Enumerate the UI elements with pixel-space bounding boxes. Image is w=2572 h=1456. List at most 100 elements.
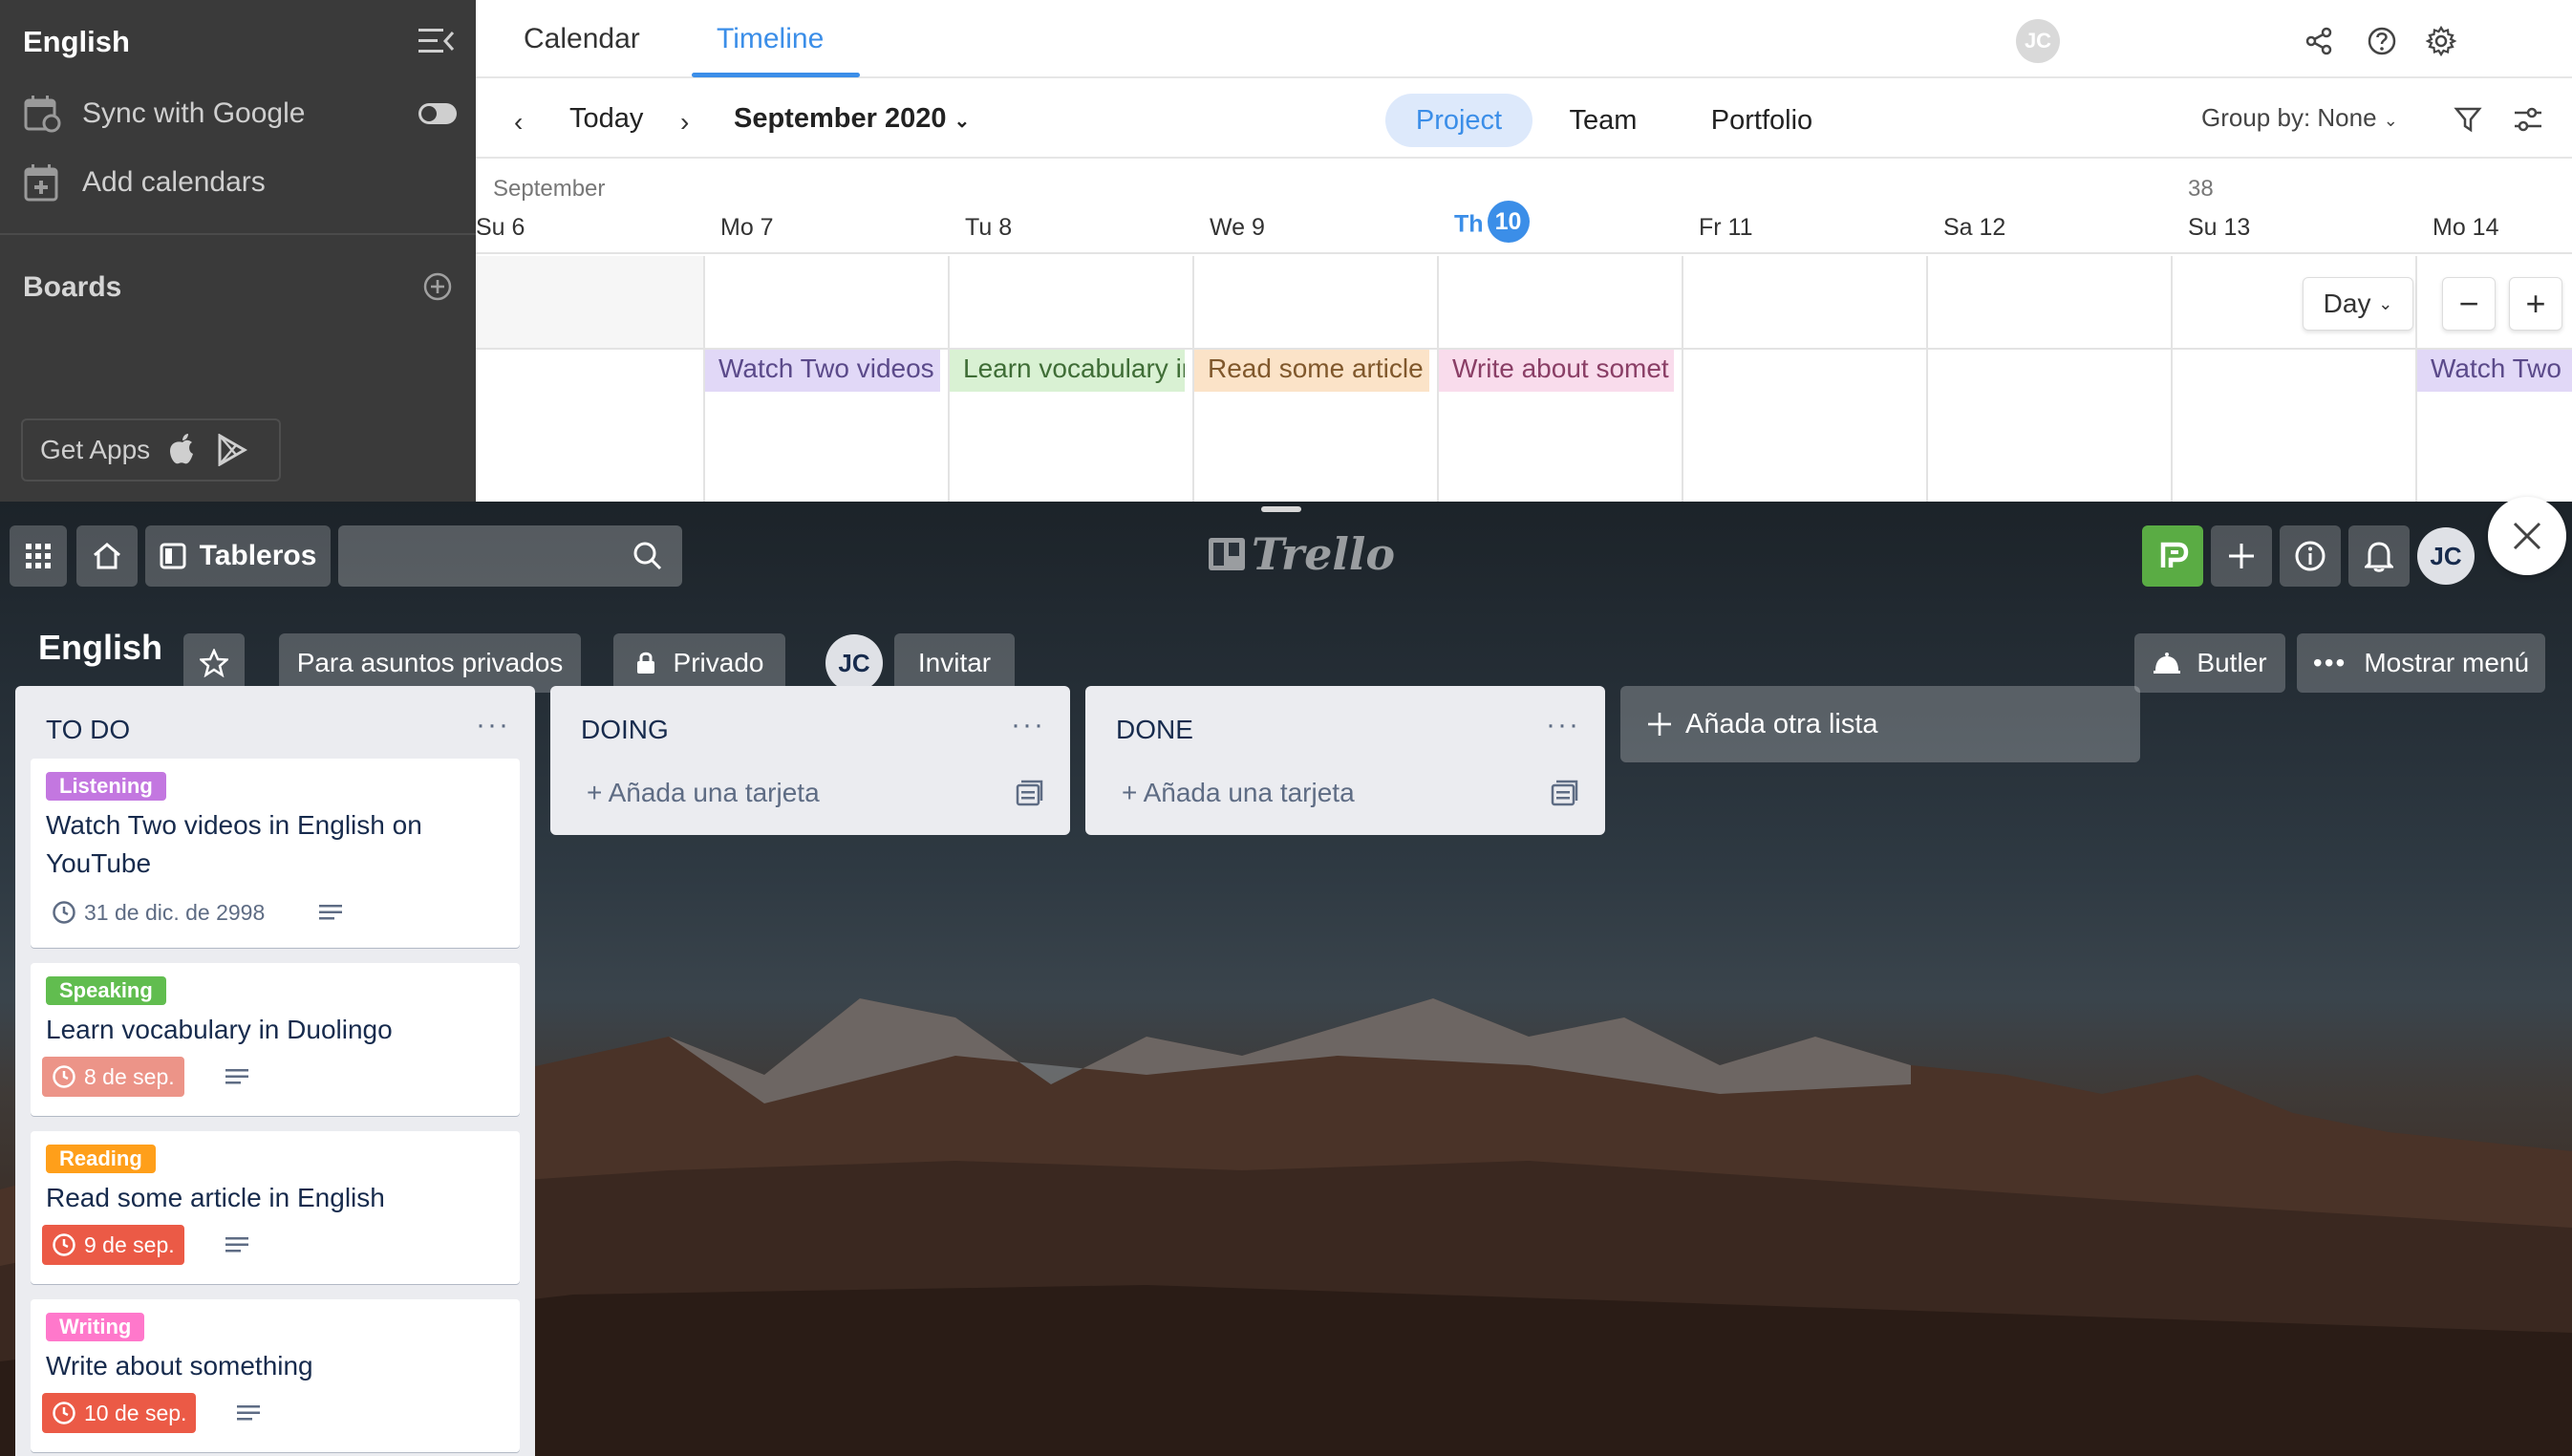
list-title[interactable]: DONE bbox=[1116, 715, 1193, 745]
day-header: Su 13 bbox=[2188, 214, 2251, 241]
card[interactable]: Reading Read some article in English 9 d… bbox=[31, 1131, 520, 1284]
add-card-label: Añada una tarjeta bbox=[608, 778, 820, 807]
workspace-button[interactable]: Para asuntos privados bbox=[279, 633, 581, 693]
day-header: Mo 7 bbox=[720, 214, 774, 241]
day-column-line bbox=[1926, 256, 1928, 502]
timeline-event[interactable]: Watch Two bbox=[2417, 350, 2572, 392]
timeline-event[interactable]: Watch Two videos bbox=[705, 350, 940, 392]
get-apps-button[interactable]: Get Apps bbox=[21, 418, 281, 482]
boards-button-label: Tableros bbox=[199, 540, 317, 571]
list-title[interactable]: TO DO bbox=[46, 715, 130, 745]
visibility-label: Privado bbox=[673, 648, 764, 677]
view-portfolio-button[interactable]: Portfolio bbox=[1682, 94, 1842, 147]
add-board-icon[interactable] bbox=[422, 271, 453, 302]
panel-resize-handle[interactable] bbox=[1261, 506, 1301, 512]
tab-calendar[interactable]: Calendar bbox=[524, 23, 640, 55]
add-calendars-row[interactable]: Add calendars bbox=[23, 159, 266, 206]
zoom-in-button[interactable]: + bbox=[2509, 277, 2562, 331]
trello-logo[interactable]: Trello bbox=[1208, 528, 1395, 580]
home-button[interactable] bbox=[76, 525, 138, 587]
due-date-badge: 31 de dic. de 2998 bbox=[42, 892, 274, 932]
google-play-icon[interactable] bbox=[217, 434, 248, 466]
zoom-out-button[interactable]: − bbox=[2442, 277, 2496, 331]
card-label: Speaking bbox=[46, 976, 166, 1005]
card[interactable]: Speaking Learn vocabulary in Duolingo 8 … bbox=[31, 963, 520, 1116]
card-template-icon[interactable] bbox=[1015, 780, 1043, 808]
info-button[interactable] bbox=[2280, 525, 2341, 587]
date-range-picker[interactable]: September 2020 ⌄ bbox=[734, 103, 970, 135]
card[interactable]: Writing Write about something 10 de sep. bbox=[31, 1299, 520, 1452]
close-panel-button[interactable] bbox=[2488, 497, 2566, 575]
due-date-label: 8 de sep. bbox=[84, 1063, 175, 1089]
scale-select-label: Day bbox=[2323, 289, 2371, 318]
list-menu-icon[interactable]: ··· bbox=[1011, 709, 1045, 741]
calendar-sync-icon bbox=[24, 96, 61, 133]
list-menu-icon[interactable]: ··· bbox=[1546, 709, 1580, 741]
tab-timeline[interactable]: Timeline bbox=[717, 23, 824, 55]
day-column-line bbox=[2171, 256, 2173, 502]
filter-icon[interactable] bbox=[2454, 105, 2482, 134]
create-button[interactable] bbox=[2211, 525, 2272, 587]
day-header: Tu 8 bbox=[965, 214, 1013, 241]
card-label: Writing bbox=[46, 1313, 145, 1341]
timeline-event[interactable]: Read some article bbox=[1194, 350, 1429, 392]
apps-grid-button[interactable] bbox=[10, 525, 67, 587]
invite-button[interactable]: Invitar bbox=[894, 633, 1015, 693]
member-avatar[interactable]: JC bbox=[2417, 527, 2475, 585]
planyway-sidebar: English Sync with Google Add calendars B… bbox=[0, 0, 476, 502]
list-title[interactable]: DOING bbox=[581, 715, 669, 745]
notifications-button[interactable] bbox=[2348, 525, 2410, 587]
group-by-label: Group by: None bbox=[2201, 103, 2377, 132]
planyway-logo-icon bbox=[2160, 542, 2189, 567]
planyway-powerup-button[interactable] bbox=[2142, 525, 2203, 587]
sync-google-toggle[interactable] bbox=[418, 103, 457, 124]
add-calendars-label: Add calendars bbox=[82, 166, 266, 198]
sync-with-google-label: Sync with Google bbox=[82, 97, 306, 129]
date-range-label: September 2020 bbox=[734, 103, 947, 134]
timeline-event[interactable]: Learn vocabulary in bbox=[950, 350, 1185, 392]
view-team-button[interactable]: Team bbox=[1546, 94, 1661, 147]
search-icon bbox=[633, 542, 662, 570]
apple-icon[interactable] bbox=[167, 433, 198, 467]
user-avatar[interactable]: JC bbox=[2016, 19, 2060, 63]
search-input[interactable] bbox=[338, 525, 682, 587]
sync-with-google-row[interactable]: Sync with Google bbox=[23, 90, 305, 138]
group-by-select[interactable]: Group by: None ⌄ bbox=[2201, 103, 2398, 133]
butler-button[interactable]: Butler bbox=[2134, 633, 2285, 693]
card-template-icon[interactable] bbox=[1550, 780, 1578, 808]
show-menu-button[interactable]: ••• Mostrar menú bbox=[2297, 633, 2545, 693]
settings-sliders-icon[interactable] bbox=[2513, 105, 2543, 134]
star-board-button[interactable] bbox=[183, 633, 245, 693]
star-icon bbox=[200, 649, 228, 677]
card-label: Listening bbox=[46, 772, 166, 801]
view-tabbar: Calendar Timeline JC bbox=[476, 0, 2572, 78]
board-title[interactable]: English bbox=[38, 628, 162, 668]
list-menu-icon[interactable]: ··· bbox=[476, 709, 510, 741]
butler-label: Butler bbox=[2197, 648, 2267, 677]
add-card-button[interactable]: + Añada una tarjeta bbox=[1122, 778, 1355, 808]
day-header-today: Th 10 bbox=[1454, 201, 1530, 243]
timeline-event[interactable]: Write about somet bbox=[1439, 350, 1674, 392]
trello-board: Tableros Trello JC English Para asuntos … bbox=[0, 502, 2572, 1456]
card[interactable]: Listening Watch Two videos in English on… bbox=[31, 759, 520, 948]
description-icon bbox=[319, 905, 342, 920]
add-another-list-button[interactable]: Añada otra lista bbox=[1620, 686, 2140, 762]
scale-select[interactable]: Day ⌄ bbox=[2303, 277, 2413, 331]
prev-period-icon[interactable]: ‹ bbox=[514, 107, 523, 138]
card-title-line: YouTube bbox=[46, 848, 152, 878]
next-period-icon[interactable]: › bbox=[680, 107, 689, 138]
settings-gear-icon[interactable] bbox=[2425, 25, 2457, 57]
collapse-sidebar-icon[interactable] bbox=[418, 27, 455, 55]
card-title-line: Write about something bbox=[46, 1351, 313, 1381]
home-icon bbox=[94, 543, 120, 569]
plus-icon bbox=[2229, 544, 2254, 568]
share-icon[interactable] bbox=[2303, 25, 2335, 57]
show-menu-label: Mostrar menú bbox=[2364, 648, 2530, 677]
board-member-avatar[interactable]: JC bbox=[825, 634, 883, 692]
boards-button[interactable]: Tableros bbox=[145, 525, 331, 587]
today-button[interactable]: Today bbox=[569, 103, 643, 135]
add-card-button[interactable]: + Añada una tarjeta bbox=[587, 778, 820, 808]
help-icon[interactable] bbox=[2366, 25, 2398, 57]
visibility-button[interactable]: Privado bbox=[613, 633, 785, 693]
view-project-button[interactable]: Project bbox=[1385, 94, 1532, 147]
